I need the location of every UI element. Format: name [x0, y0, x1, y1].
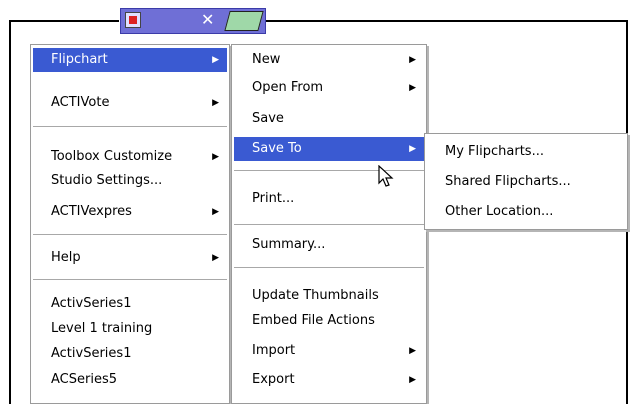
mini-toolbar: ✕	[120, 8, 266, 34]
menu-item-label: Embed File Actions	[252, 313, 375, 328]
submenu-arrow-icon: ▶	[409, 346, 416, 356]
menu-separator	[234, 267, 424, 269]
submenu-arrow-icon: ▶	[212, 207, 219, 217]
menu-item-shared-flipcharts[interactable]: Shared Flipcharts...	[427, 170, 625, 194]
menu-item-my-flipcharts[interactable]: My Flipcharts...	[427, 140, 625, 164]
submenu-arrow-icon: ▶	[409, 144, 416, 154]
frame-left-edge	[9, 20, 11, 404]
menu-item-update-thumbnails[interactable]: Update Thumbnails	[234, 284, 424, 308]
save-to-submenu: My Flipcharts... Shared Flipcharts... Ot…	[424, 133, 628, 230]
app-icon[interactable]	[125, 12, 141, 28]
menu-item-label: ACTIVexpres	[51, 204, 132, 219]
submenu-arrow-icon: ▶	[212, 55, 219, 65]
menu-item-label: My Flipcharts...	[445, 144, 544, 159]
main-menu: Flipchart ▶ ACTIVote ▶ Toolbox Customize…	[30, 44, 230, 404]
menu-item-recent-3[interactable]: ActivSeries1	[33, 342, 227, 366]
menu-item-label: Print...	[252, 191, 295, 206]
pen-tool-icon[interactable]	[224, 11, 264, 31]
menu-item-label: Shared Flipcharts...	[445, 174, 571, 189]
menu-separator	[33, 126, 227, 128]
menu-item-help[interactable]: Help ▶	[33, 246, 227, 270]
flipchart-submenu: New ▶ Open From ▶ Save Save To ▶ Print..…	[231, 44, 427, 404]
menu-item-label: Level 1 training	[51, 321, 153, 336]
menu-item-label: Import	[252, 343, 296, 358]
menu-item-recent-1[interactable]: ActivSeries1	[33, 292, 227, 316]
menu-item-label: ACTIVote	[51, 95, 110, 110]
submenu-arrow-icon: ▶	[212, 98, 219, 108]
menu-separator	[33, 234, 227, 236]
menu-item-activexpres[interactable]: ACTIVexpres ▶	[33, 200, 227, 224]
submenu-arrow-icon: ▶	[212, 253, 219, 263]
menu-separator	[234, 224, 424, 226]
menu-item-label: Summary...	[252, 237, 326, 252]
menu-item-save[interactable]: Save	[234, 107, 424, 131]
menu-item-activote[interactable]: ACTIVote ▶	[33, 91, 227, 115]
menu-item-studio-settings[interactable]: Studio Settings...	[33, 169, 227, 193]
menu-item-recent-2[interactable]: Level 1 training	[33, 317, 227, 341]
menu-item-new[interactable]: New ▶	[234, 48, 424, 72]
menu-separator	[234, 170, 424, 172]
menu-item-print[interactable]: Print...	[234, 187, 424, 211]
menu-item-other-location[interactable]: Other Location...	[427, 200, 625, 224]
frame-top-edge	[9, 20, 119, 22]
menu-item-export[interactable]: Export ▶	[234, 368, 424, 392]
menu-item-label: Save	[252, 111, 284, 126]
menu-item-label: Help	[51, 250, 81, 265]
close-icon[interactable]: ✕	[201, 10, 214, 30]
menu-item-label: ACSeries5	[51, 372, 117, 387]
menu-item-label: Flipchart	[51, 52, 108, 67]
menu-item-label: Toolbox Customize	[51, 149, 173, 164]
menu-separator	[33, 279, 227, 281]
menu-item-label: Save To	[252, 141, 302, 156]
menu-item-label: ActivSeries1	[51, 296, 132, 311]
menu-item-import[interactable]: Import ▶	[234, 339, 424, 363]
menu-item-recent-4[interactable]: ACSeries5	[33, 368, 227, 392]
menu-item-label: New	[252, 52, 281, 67]
submenu-arrow-icon: ▶	[409, 375, 416, 385]
menu-item-toolbox-customize[interactable]: Toolbox Customize ▶	[33, 145, 227, 169]
mouse-pointer-icon	[378, 165, 394, 187]
menu-item-open-from[interactable]: Open From ▶	[234, 76, 424, 100]
menu-item-label: ActivSeries1	[51, 346, 132, 361]
submenu-arrow-icon: ▶	[409, 83, 416, 93]
menu-item-label: Studio Settings...	[51, 173, 163, 188]
menu-item-label: Other Location...	[445, 204, 554, 219]
menu-item-summary[interactable]: Summary...	[234, 233, 424, 257]
frame-top-edge-right	[266, 20, 628, 22]
menu-item-flipchart[interactable]: Flipchart ▶	[33, 48, 227, 72]
menu-item-save-to[interactable]: Save To ▶	[234, 137, 424, 161]
submenu-arrow-icon: ▶	[409, 55, 416, 65]
menu-item-label: Update Thumbnails	[252, 288, 379, 303]
submenu-arrow-icon: ▶	[212, 152, 219, 162]
menu-item-label: Open From	[252, 80, 324, 95]
menu-item-label: Export	[252, 372, 295, 387]
menu-item-embed-file-actions[interactable]: Embed File Actions	[234, 309, 424, 333]
